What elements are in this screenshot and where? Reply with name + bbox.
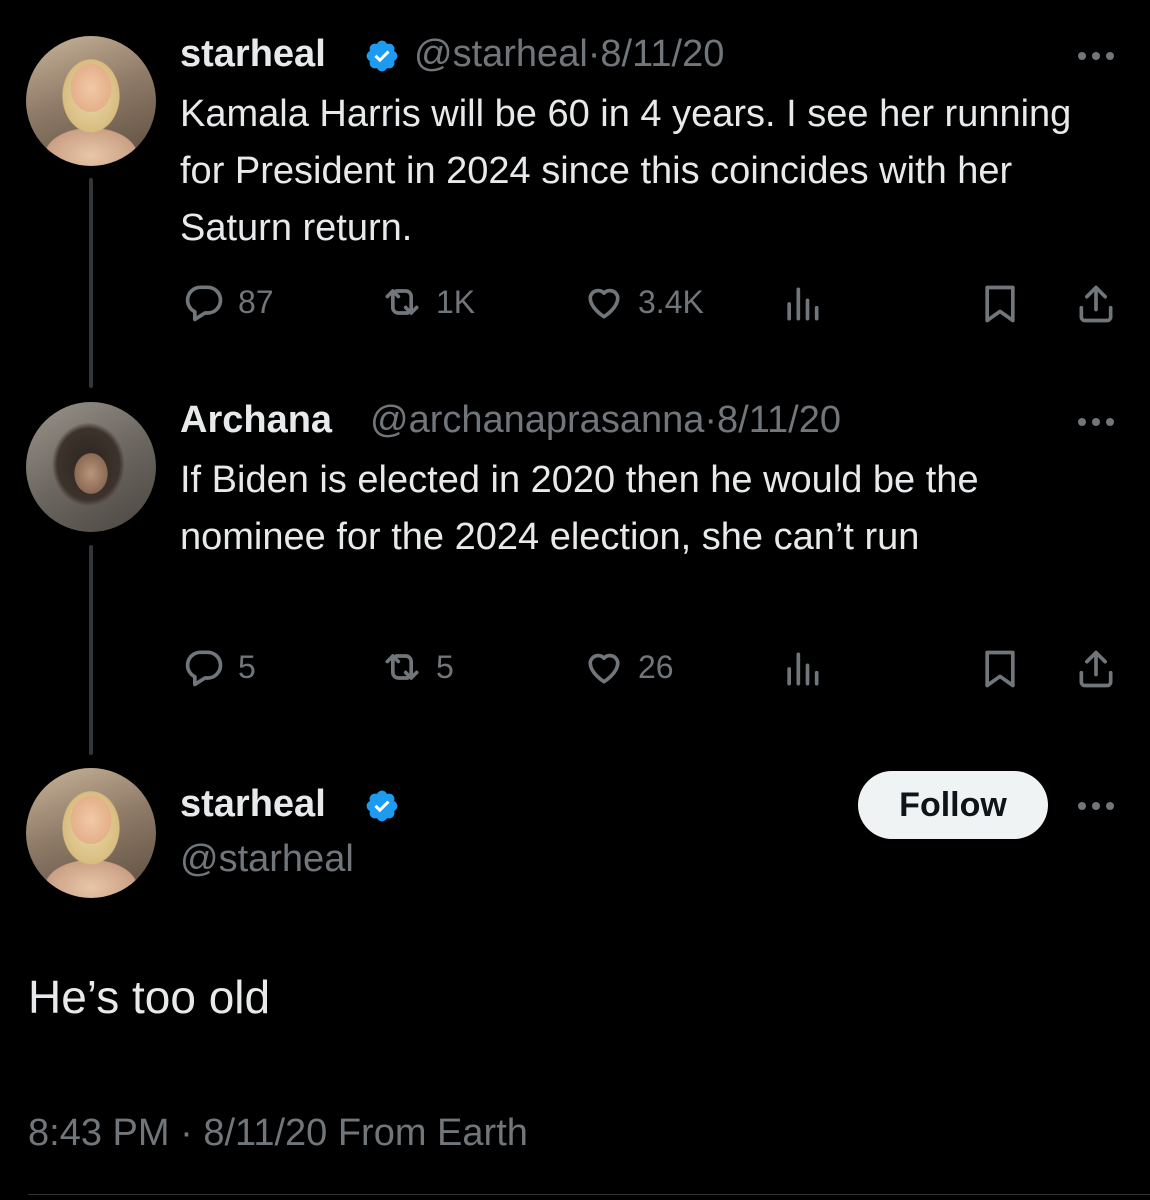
handle[interactable]: @starheal bbox=[180, 838, 354, 881]
reply-button[interactable]: 87 bbox=[182, 280, 274, 324]
main-tweet-text: He’s too old bbox=[28, 971, 271, 1023]
display-name[interactable]: Archana bbox=[180, 399, 332, 442]
thread-line bbox=[89, 178, 93, 388]
bookmark-icon bbox=[985, 285, 1015, 323]
more-icon[interactable] bbox=[1076, 50, 1116, 62]
tweet-date[interactable]: 8/11/20 bbox=[717, 399, 841, 441]
repost-button[interactable]: 5 bbox=[380, 645, 454, 689]
repost-count: 1K bbox=[436, 283, 476, 320]
avatar-starheal[interactable] bbox=[26, 36, 156, 166]
like-count: 26 bbox=[638, 648, 674, 685]
bookmark-button[interactable] bbox=[978, 282, 1022, 331]
verified-badge-icon bbox=[366, 790, 398, 822]
like-count: 3.4K bbox=[638, 283, 704, 320]
tweet-timestamp: 8:43 PM · 8/11/20 From Earth bbox=[28, 1112, 528, 1154]
views-icon bbox=[787, 652, 819, 686]
reply-icon bbox=[185, 650, 223, 687]
thread-line bbox=[89, 545, 93, 755]
repost-count: 5 bbox=[436, 648, 454, 685]
reply-count: 5 bbox=[238, 648, 256, 685]
reply-count: 87 bbox=[238, 283, 274, 320]
tweet-source: From Earth bbox=[337, 1112, 528, 1154]
repost-icon bbox=[385, 289, 419, 315]
repost-button[interactable]: 1K bbox=[380, 280, 475, 324]
more-icon[interactable] bbox=[1076, 800, 1116, 812]
views-button[interactable] bbox=[780, 282, 824, 331]
views-button[interactable] bbox=[780, 647, 824, 696]
reply-icon bbox=[185, 285, 223, 322]
tweet-date[interactable]: 8/11/20 bbox=[600, 33, 724, 75]
handle: @archanaprasanna bbox=[370, 399, 705, 441]
tweet-handle[interactable]: @archanaprasanna·8/11/20 bbox=[370, 399, 841, 442]
bookmark-button[interactable] bbox=[978, 647, 1022, 696]
display-name[interactable]: starheal bbox=[180, 783, 326, 826]
follow-button[interactable]: Follow bbox=[858, 771, 1048, 839]
views-icon bbox=[787, 287, 819, 321]
tweet-text: If Biden is elected in 2020 then he woul… bbox=[180, 459, 979, 558]
share-button[interactable] bbox=[1074, 282, 1118, 331]
tweet-text: Kamala Harris will be 60 in 4 years. I s… bbox=[180, 93, 1072, 249]
more-icon[interactable] bbox=[1076, 416, 1116, 428]
verified-badge-icon bbox=[366, 40, 398, 72]
tweet-time[interactable]: 8:43 PM bbox=[28, 1112, 170, 1154]
tweet-date[interactable]: 8/11/20 bbox=[203, 1112, 327, 1154]
display-name[interactable]: starheal bbox=[180, 33, 326, 76]
share-button[interactable] bbox=[1074, 647, 1118, 696]
divider bbox=[28, 1194, 1150, 1195]
like-button[interactable]: 3.4K bbox=[582, 280, 704, 324]
avatar-archana[interactable] bbox=[26, 402, 156, 532]
reply-button[interactable]: 5 bbox=[182, 645, 256, 689]
bookmark-icon bbox=[985, 650, 1015, 688]
handle: @starheal bbox=[414, 33, 588, 75]
share-icon bbox=[1079, 285, 1113, 323]
avatar-starheal[interactable] bbox=[26, 768, 156, 898]
share-icon bbox=[1079, 650, 1113, 688]
like-icon bbox=[588, 288, 620, 319]
like-button[interactable]: 26 bbox=[582, 645, 674, 689]
repost-icon bbox=[385, 654, 419, 680]
like-icon bbox=[588, 653, 620, 684]
tweet-handle[interactable]: @starheal·8/11/20 bbox=[414, 33, 724, 76]
